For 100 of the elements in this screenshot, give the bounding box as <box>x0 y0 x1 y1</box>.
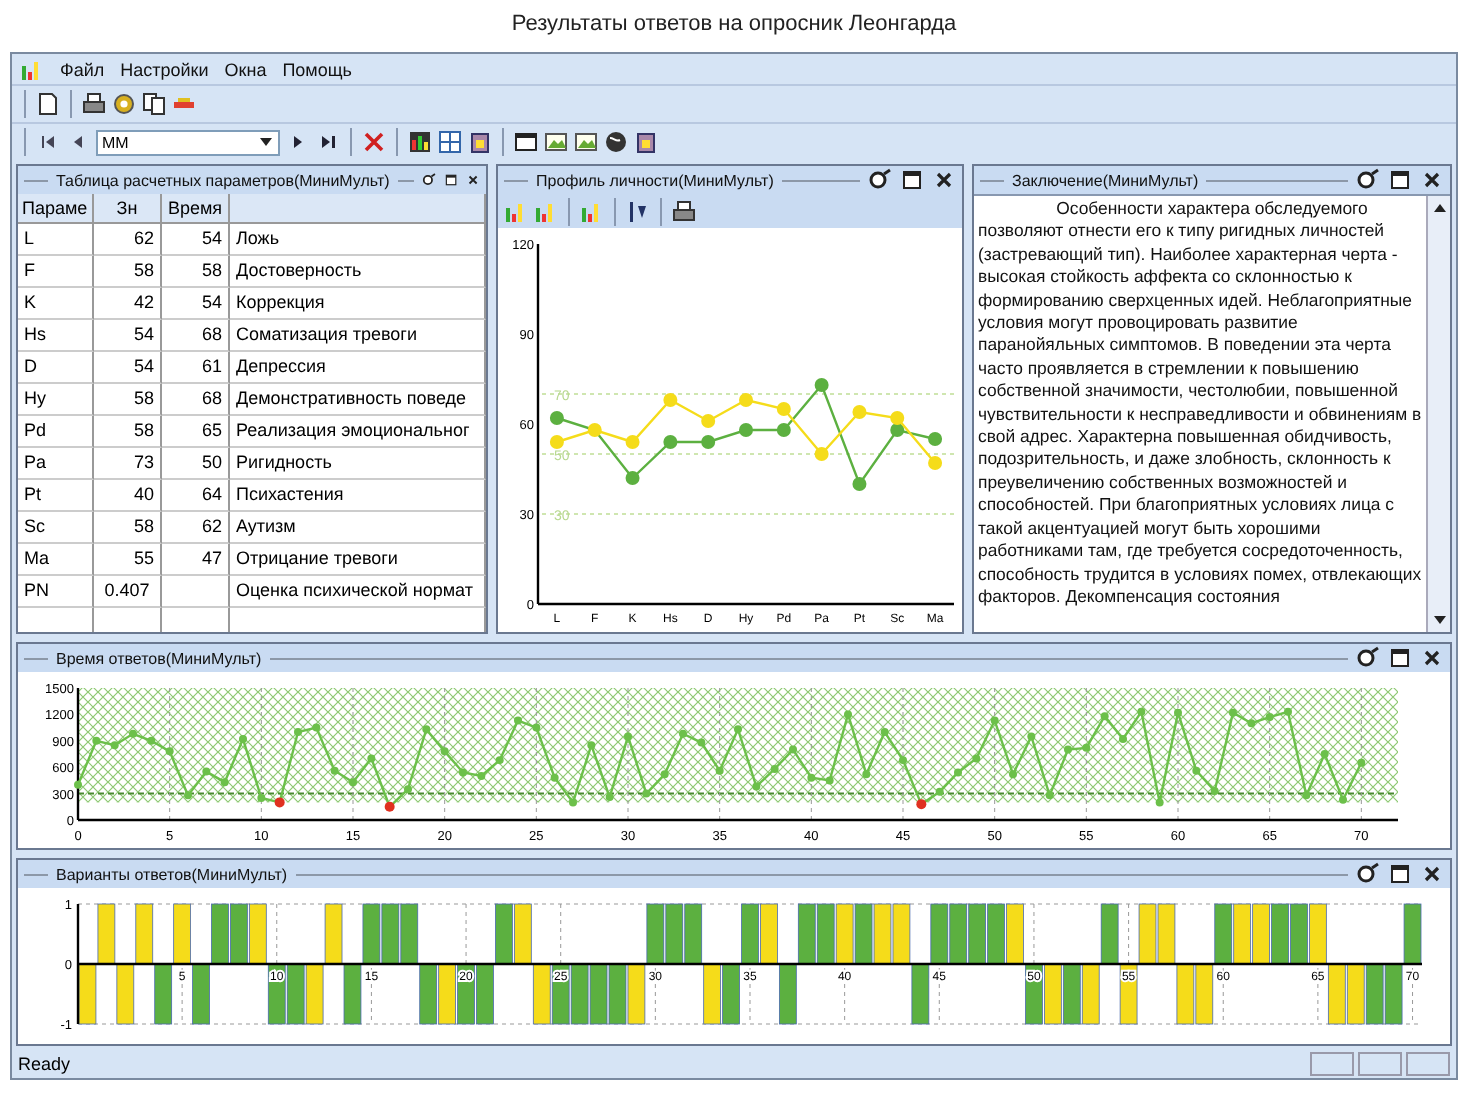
panel-title: Время ответов(МиниМульт) <box>56 649 262 667</box>
close-icon[interactable] <box>1420 862 1444 886</box>
y-axis <box>76 904 80 1024</box>
pin-icon[interactable] <box>1356 646 1380 670</box>
globe-icon[interactable] <box>604 130 628 154</box>
table-cell: 62 <box>94 224 162 256</box>
image-icon[interactable] <box>574 130 598 154</box>
table-cell: Депрессия <box>230 352 486 384</box>
table-cell: PN <box>18 576 94 608</box>
panel-title: Таблица расчетных параметров(МиниМульт) <box>56 171 390 189</box>
chart-icon[interactable] <box>408 130 432 154</box>
table-cell: F <box>18 256 94 288</box>
table-cell: 65 <box>162 416 230 448</box>
close-icon[interactable] <box>932 168 956 192</box>
scrollbar[interactable] <box>1426 196 1450 632</box>
y-axis <box>76 688 80 820</box>
table-cell: 73 <box>94 448 162 480</box>
pin-icon[interactable] <box>1356 862 1380 886</box>
clipboard-icon[interactable] <box>634 130 658 154</box>
panel-title: Профиль личности(МиниМульт) <box>536 171 774 189</box>
table-cell: Демонстративность поведе <box>230 384 486 416</box>
maximize-icon[interactable] <box>1388 862 1412 886</box>
table-cell: Ложь <box>230 224 486 256</box>
table-cell: Достоверность <box>230 256 486 288</box>
menu-item[interactable]: Настройки <box>120 59 209 79</box>
bar-chart-icon[interactable] <box>534 199 558 223</box>
table-cell: 42 <box>94 288 162 320</box>
table-cell: 58 <box>94 512 162 544</box>
app-icon[interactable] <box>20 57 44 81</box>
table-cell: 54 <box>162 288 230 320</box>
last-icon[interactable] <box>316 130 340 154</box>
table-cell: Реализация эмоциональног <box>230 416 486 448</box>
status-panel <box>1358 1052 1402 1076</box>
status-text: Ready <box>18 1054 73 1074</box>
table-cell: Hs <box>18 320 94 352</box>
copy-icon[interactable] <box>142 92 166 116</box>
table-cell: Отрицание тревоги <box>230 544 486 576</box>
printer-icon[interactable] <box>672 199 696 223</box>
table-cell: Hy <box>18 384 94 416</box>
table-cell: 61 <box>162 352 230 384</box>
table-cell: 68 <box>162 384 230 416</box>
close-icon[interactable] <box>1420 168 1444 192</box>
pin-icon[interactable] <box>868 168 892 192</box>
window-icon[interactable] <box>514 130 538 154</box>
sort-icon[interactable] <box>626 199 650 223</box>
printer-icon[interactable] <box>82 92 106 116</box>
menu-item[interactable]: Помощь <box>282 59 352 79</box>
panel-title: Варианты ответов(МиниМульт) <box>56 865 288 883</box>
panel-title: Заключение(МиниМульт) <box>1012 171 1199 189</box>
page-title: Результаты ответов на опросник Леонгарда <box>511 10 957 40</box>
document-icon[interactable] <box>36 92 60 116</box>
table-cell: 58 <box>94 384 162 416</box>
image-icon[interactable] <box>544 130 568 154</box>
table-cell: L <box>18 224 94 256</box>
table-cell: Pa <box>18 448 94 480</box>
table-cell: 47 <box>162 544 230 576</box>
pin-icon[interactable] <box>1356 168 1380 192</box>
table-cell: 58 <box>162 256 230 288</box>
bar-chart-icon[interactable] <box>504 199 528 223</box>
maximize-icon[interactable] <box>1388 168 1412 192</box>
record-combo[interactable]: ММ <box>96 129 280 155</box>
table-cell: D <box>18 352 94 384</box>
column-header[interactable]: Время <box>162 194 230 224</box>
table-cell: Оценка психической нормат <box>230 576 486 608</box>
table-cell: 55 <box>94 544 162 576</box>
table-cell: 58 <box>94 256 162 288</box>
table-cell: Коррекция <box>230 288 486 320</box>
maximize-icon[interactable] <box>1388 646 1412 670</box>
table-cell: 54 <box>94 320 162 352</box>
status-panel <box>1310 1052 1354 1076</box>
table-cell: 68 <box>162 320 230 352</box>
table-cell: K <box>18 288 94 320</box>
column-header[interactable]: Зн <box>94 194 162 224</box>
table-cell: 58 <box>94 416 162 448</box>
menu-item[interactable]: Окна <box>224 59 267 79</box>
table-cell: Соматизация тревоги <box>230 320 486 352</box>
table-cell: Аутизм <box>230 512 486 544</box>
close-icon[interactable] <box>1420 646 1444 670</box>
table-cell: Sc <box>18 512 94 544</box>
table-cell: Ma <box>18 544 94 576</box>
delete-icon[interactable] <box>362 130 386 154</box>
table-cell: Pt <box>18 480 94 512</box>
first-icon[interactable] <box>36 130 60 154</box>
table-cell: Pd <box>18 416 94 448</box>
bar-chart-icon[interactable] <box>580 199 604 223</box>
table-cell: 50 <box>162 448 230 480</box>
column-header[interactable]: Параме <box>18 194 94 224</box>
table-cell: 62 <box>162 512 230 544</box>
table-cell: 40 <box>94 480 162 512</box>
maximize-icon[interactable] <box>900 168 924 192</box>
table-cell: 54 <box>162 224 230 256</box>
status-panel <box>1406 1052 1450 1076</box>
table-cell: 54 <box>94 352 162 384</box>
table-cell: Ригидность <box>230 448 486 480</box>
table-cell: 64 <box>162 480 230 512</box>
table-cell: 0.407 <box>94 576 162 608</box>
menu-item[interactable]: Файл <box>60 59 105 79</box>
table-cell: Психастения <box>230 480 486 512</box>
clipboard-icon[interactable] <box>468 130 492 154</box>
grid-icon[interactable] <box>438 130 462 154</box>
